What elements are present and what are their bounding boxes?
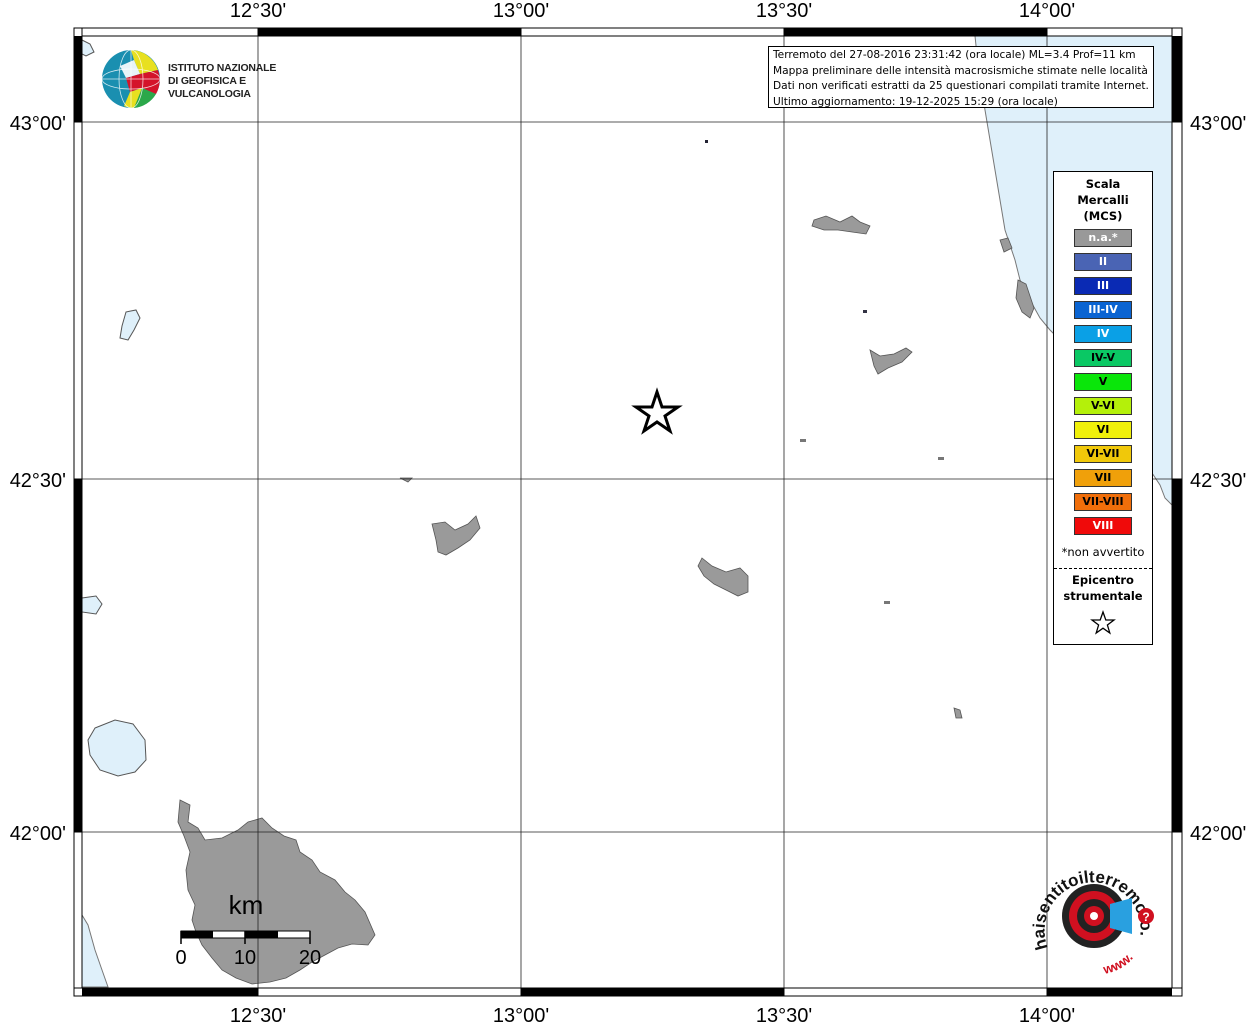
lon-label-bottom-3: 13°30' xyxy=(756,1005,812,1024)
lon-label-bottom-1: 12°30' xyxy=(230,1005,286,1024)
urban-area-dot-5 xyxy=(884,601,890,604)
event-info-line-1: Terremoto del 27-08-2016 23:31:42 (ora l… xyxy=(773,49,1136,61)
legend-swatch-vii-viii: VII-VIII xyxy=(1074,493,1132,511)
lon-label-top-2: 13°00' xyxy=(493,0,549,22)
urban-area-dot-4 xyxy=(938,457,944,460)
lon-label-top-1: 12°30' xyxy=(230,0,286,22)
lake-bracciano xyxy=(87,719,147,777)
tyrrhenian-sea xyxy=(81,913,109,988)
urban-area-rieti xyxy=(697,557,749,597)
legend-swatch-vi: VI xyxy=(1074,421,1132,439)
legend-epicenter-line-2: strumentale xyxy=(1063,589,1143,603)
logo-line-1: ISTITUTO NAZIONALE xyxy=(168,62,277,74)
epicenter-star-icon xyxy=(1090,610,1116,635)
lon-label-top-3: 13°30' xyxy=(756,0,812,22)
lon-label-bottom-2: 13°00' xyxy=(493,1005,549,1024)
event-info-line-2: Mappa preliminare delle intensità macros… xyxy=(773,64,1148,77)
event-info-box: Terremoto del 27-08-2016 23:31:42 (ora l… xyxy=(768,46,1154,108)
logo-line-2: DI GEOFISICA E VULCANOLOGIA xyxy=(168,75,251,100)
lon-label-bottom-4: 14°00' xyxy=(1019,1005,1075,1024)
legend-note: *non avvertito xyxy=(1061,545,1145,559)
scale-tick-0: 0 xyxy=(175,947,186,969)
legend-swatch-iii-iv: III-IV xyxy=(1074,301,1132,319)
legend-epicenter-line-1: Epicentro xyxy=(1072,573,1134,587)
urban-area-small-1 xyxy=(953,707,963,719)
svg-text:?: ? xyxy=(1142,910,1149,924)
urban-area-dot-3 xyxy=(800,439,806,442)
legend-swatch-viii: VIII xyxy=(1074,517,1132,535)
legend-title-line-2: Mercalli xyxy=(1077,193,1129,207)
legend-swatch-v: V xyxy=(1074,373,1132,391)
lake-small-1 xyxy=(119,309,141,341)
haisentito-logo: haisentitoilterremoto.it www. ? xyxy=(1028,860,1156,978)
lake-small-3 xyxy=(81,39,95,57)
legend-title-line-3: (MCS) xyxy=(1083,209,1123,223)
urban-area-dot-2 xyxy=(863,310,867,313)
urban-area-dot-1 xyxy=(705,140,708,143)
legend-title: Scala Mercalli (MCS) xyxy=(1054,176,1152,224)
scale-unit: km xyxy=(229,890,264,920)
legend-swatch-ii: II xyxy=(1074,253,1132,271)
legend-swatch-vi-vii: VI-VII xyxy=(1074,445,1132,463)
lat-label-left-1: 43°00' xyxy=(10,113,66,135)
haisentito-logo-url: www. xyxy=(1101,950,1136,978)
event-info-line-4: Ultimo aggiornamento: 19-12-2025 15:29 (… xyxy=(773,95,1058,108)
legend-epicenter-label: Epicentro strumentale xyxy=(1054,572,1152,604)
scale-tick-10: 10 xyxy=(234,947,256,969)
urban-area-ascoli xyxy=(811,215,871,235)
legend-title-line-1: Scala xyxy=(1085,177,1121,191)
lon-label-top-4: 14°00' xyxy=(1019,0,1075,22)
lat-label-right-3: 42°00' xyxy=(1190,823,1246,845)
lat-label-right-1: 43°00' xyxy=(1190,113,1246,135)
legend-swatch-iv-v: IV-V xyxy=(1074,349,1132,367)
legend-swatch-iv: IV xyxy=(1074,325,1132,343)
urban-area-terni xyxy=(431,515,481,556)
urban-area-rome xyxy=(177,799,376,985)
scale-tick-20: 20 xyxy=(299,947,321,969)
epicenter-star[interactable] xyxy=(631,387,683,435)
legend-swatch-v-vi: V-VI xyxy=(1074,397,1132,415)
legend-separator xyxy=(1054,568,1152,569)
lake-small-2 xyxy=(81,595,103,615)
ingv-logo: ISTITUTO NAZIONALE DI GEOFISICA E VULCAN… xyxy=(100,48,320,110)
mcs-legend: Scala Mercalli (MCS) n.a.* II III III-IV IV I… xyxy=(1053,171,1153,645)
lat-label-right-2: 42°30' xyxy=(1190,470,1246,492)
legend-swatch-vii: VII xyxy=(1074,469,1132,487)
event-info-line-3: Dati non verificati estratti da 25 quest… xyxy=(773,80,1149,92)
svg-text:www.: www. xyxy=(1101,950,1136,978)
legend-swatch-n-a: n.a.* xyxy=(1074,229,1132,247)
legend-swatch-iii: III xyxy=(1074,277,1132,295)
globe-icon xyxy=(101,49,161,109)
urban-area-teramo xyxy=(869,347,913,375)
lat-label-left-2: 42°30' xyxy=(10,470,66,492)
lat-label-left-3: 42°00' xyxy=(10,823,66,845)
